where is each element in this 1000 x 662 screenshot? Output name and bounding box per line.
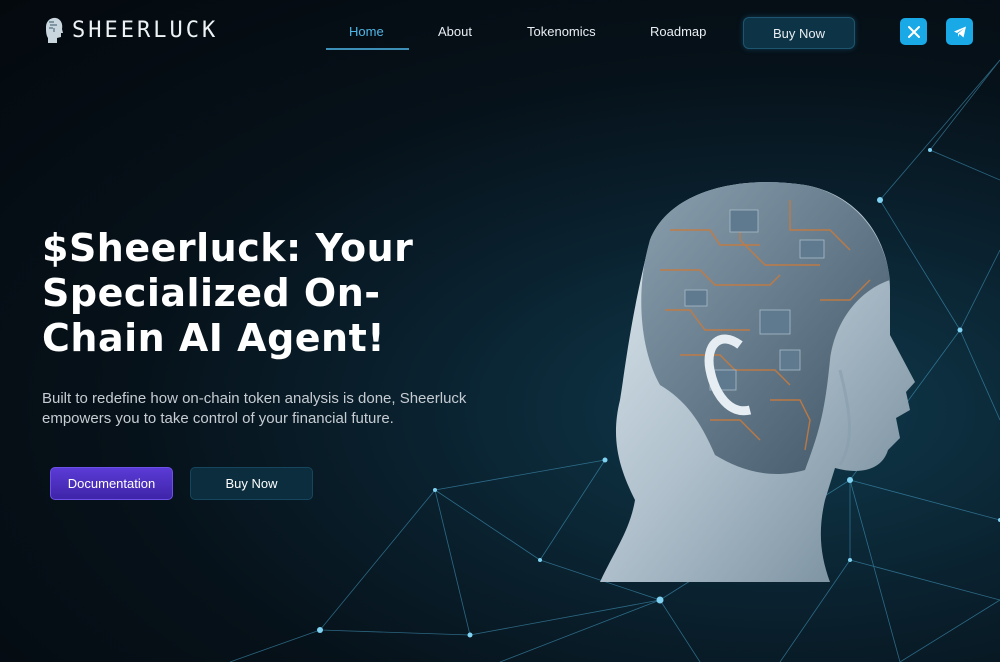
hero-description: Built to redefine how on-chain token ana… (42, 390, 467, 427)
x-link[interactable] (900, 18, 927, 45)
brand-name: SHEERLUCK (72, 17, 219, 43)
x-icon (907, 25, 920, 38)
head-logo-icon (46, 17, 63, 43)
nav-tokenomics[interactable]: Tokenomics (527, 24, 596, 39)
documentation-button[interactable]: Documentation (50, 467, 173, 500)
telegram-link[interactable] (946, 18, 973, 45)
nav-home[interactable]: Home (349, 24, 384, 39)
hero-buy-button[interactable]: Buy Now (190, 467, 313, 500)
brand-logo[interactable]: SHEERLUCK (42, 16, 218, 44)
telegram-icon (953, 26, 966, 37)
ai-head-illustration (600, 182, 915, 582)
nav-roadmap[interactable]: Roadmap (650, 24, 706, 39)
site-header: SHEERLUCK Home About Tokenomics Roadmap … (0, 0, 1000, 64)
header-buy-button[interactable]: Buy Now (743, 17, 855, 49)
nav-about[interactable]: About (438, 24, 472, 39)
nav-active-indicator (326, 48, 409, 50)
hero-title: $Sheerluck: Your Specialized On-Chain AI… (42, 226, 414, 360)
